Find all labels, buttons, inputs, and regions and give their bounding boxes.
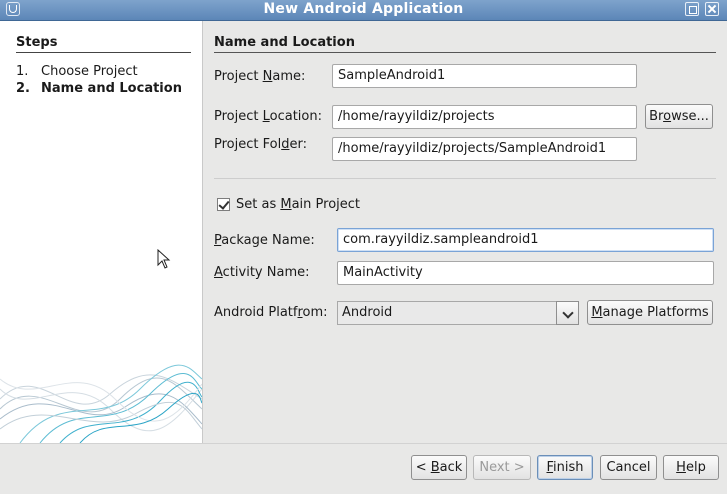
step-number: 2. xyxy=(16,81,30,96)
mouse-cursor-icon xyxy=(157,249,171,269)
steps-panel: Steps 1. Choose Project 2. Name and Locati… xyxy=(0,21,203,443)
close-icon[interactable] xyxy=(705,2,719,16)
title-bar[interactable]: New Android Application xyxy=(0,0,727,21)
project-name-input[interactable]: SampleAndroid1 xyxy=(332,64,637,88)
step-label: Name and Location xyxy=(41,81,182,96)
section-divider xyxy=(214,52,716,53)
button-bar-divider xyxy=(0,443,727,444)
finish-button[interactable]: Finish xyxy=(537,455,593,480)
project-location-label: Project Location: xyxy=(214,109,322,124)
project-location-input[interactable]: /home/rayyildiz/projects xyxy=(332,105,637,129)
separator xyxy=(214,178,716,179)
activity-name-input[interactable]: MainActivity xyxy=(337,261,714,285)
back-button[interactable]: < Back xyxy=(411,455,467,480)
section-title: Name and Location xyxy=(214,35,355,50)
project-name-label: Project Name: xyxy=(214,69,306,84)
steps-heading: Steps xyxy=(16,35,58,50)
window-title: New Android Application xyxy=(263,1,464,17)
main-project-checkbox[interactable] xyxy=(217,198,230,211)
cancel-button[interactable]: Cancel xyxy=(600,455,657,480)
main-project-label[interactable]: Set as Main Project xyxy=(236,197,360,212)
maximize-icon[interactable] xyxy=(685,2,699,16)
activity-name-label: Activity Name: xyxy=(214,265,310,280)
step-choose-project: 1. Choose Project xyxy=(16,64,138,79)
project-folder-input[interactable]: /home/rayyildiz/projects/SampleAndroid1 xyxy=(332,137,637,161)
package-name-input[interactable]: com.rayyildiz.sampleandroid1 xyxy=(337,228,714,252)
button-bar: < Back Next > Finish Cancel Help xyxy=(0,443,727,494)
browse-button[interactable]: Browse... xyxy=(645,104,713,129)
step-name-and-location: 2. Name and Location xyxy=(16,81,182,96)
next-button[interactable]: Next > xyxy=(473,455,531,480)
manage-platforms-button[interactable]: Manage Platforms xyxy=(587,300,713,325)
decorative-waves-image xyxy=(0,364,202,443)
steps-divider xyxy=(16,52,191,53)
step-number: 1. xyxy=(16,64,29,79)
help-button[interactable]: Help xyxy=(663,455,719,480)
android-platform-select[interactable]: Android xyxy=(337,301,557,325)
chevron-down-icon[interactable] xyxy=(556,301,579,325)
android-platform-label: Android Platfrom: xyxy=(214,305,328,320)
package-name-label: Package Name: xyxy=(214,233,315,248)
step-label: Choose Project xyxy=(41,64,138,79)
project-folder-label: Project Folder: xyxy=(214,137,307,152)
content-panel: Name and Location Project Name: SampleAn… xyxy=(203,21,727,443)
